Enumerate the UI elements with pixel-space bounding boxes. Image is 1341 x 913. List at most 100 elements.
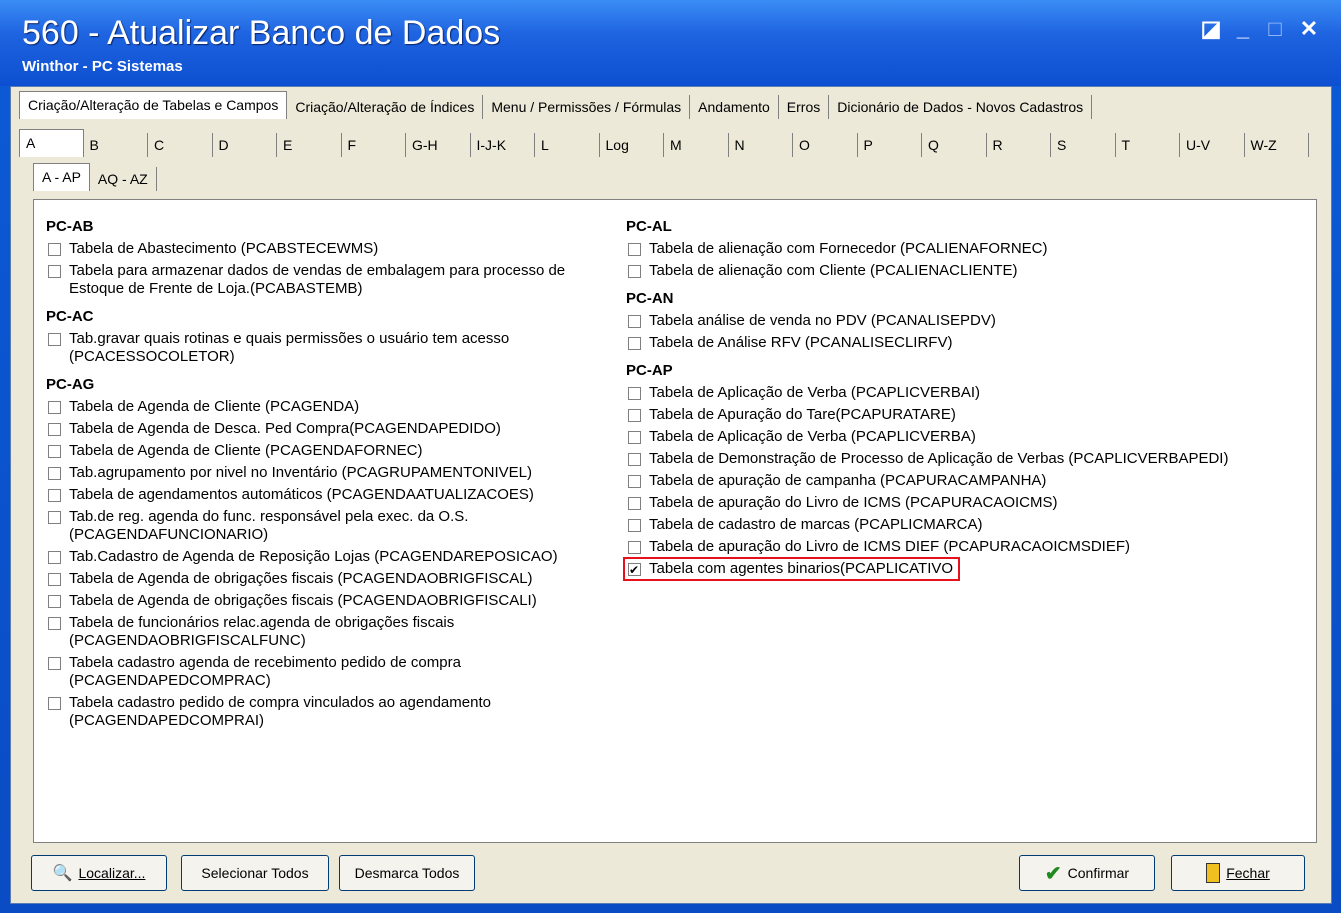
table-option[interactable]: Tabela de Aplicação de Verba (PCAPLICVER… — [626, 428, 1306, 446]
checkbox[interactable] — [48, 265, 61, 278]
tab-letter[interactable]: Q — [922, 133, 987, 157]
tab-letter[interactable]: C — [148, 133, 213, 157]
tab-letter[interactable]: R — [987, 133, 1051, 157]
tab-letter[interactable]: M — [664, 133, 729, 157]
checkbox[interactable] — [48, 551, 61, 564]
checkbox[interactable] — [628, 475, 641, 488]
desmarca-todos-button[interactable]: Desmarca Todos — [339, 855, 475, 891]
table-option[interactable]: Tabela análise de venda no PDV (PCANALIS… — [626, 312, 1306, 330]
tab-criacao-tabelas[interactable]: Criação/Alteração de Tabelas e Campos — [19, 91, 288, 119]
checkbox[interactable] — [48, 511, 61, 524]
table-option-label: Tabela de Aplicação de Verba (PCAPLICVER… — [649, 384, 980, 402]
checkbox[interactable] — [48, 467, 61, 480]
tab-letter[interactable]: G-H — [406, 133, 471, 157]
label-line: Tabela de Aplicação de Verba (PCAPLICVER… — [649, 428, 976, 445]
table-option[interactable]: Tab.gravar quais rotinas e quais permiss… — [46, 330, 616, 366]
checkbox[interactable] — [48, 595, 61, 608]
table-option[interactable]: Tabela de Apuração do Tare(PCAPURATARE) — [626, 406, 1306, 424]
table-option[interactable]: Tabela de Agenda de Cliente (PCAGENDAFOR… — [46, 442, 616, 460]
table-option[interactable]: Tabela cadastro pedido de compra vincula… — [46, 694, 616, 730]
checkbox[interactable] — [628, 243, 641, 256]
table-option[interactable]: Tabela de cadastro de marcas (PCAPLICMAR… — [626, 516, 1306, 534]
table-option[interactable]: Tabela de Agenda de obrigações fiscais (… — [46, 570, 616, 588]
checkbox[interactable] — [628, 541, 641, 554]
checkbox[interactable] — [628, 431, 641, 444]
checkbox[interactable] — [48, 657, 61, 670]
tab-letter[interactable]: F — [342, 133, 406, 157]
table-option[interactable]: Tabela de Abastecimento (PCABSTECEWMS) — [46, 240, 616, 258]
tab-letter[interactable]: P — [858, 133, 922, 157]
label-line: Tabela análise de venda no PDV (PCANALIS… — [649, 312, 996, 329]
tab-andamento[interactable]: Andamento — [690, 95, 779, 119]
table-option[interactable]: Tabela de apuração do Livro de ICMS (PCA… — [626, 494, 1306, 512]
tab-a-ap[interactable]: A - AP — [33, 163, 90, 191]
selecionar-todos-button[interactable]: Selecionar Todos — [181, 855, 329, 891]
tab-menu-permissoes[interactable]: Menu / Permissões / Fórmulas — [483, 95, 691, 119]
tab-letter[interactable]: W-Z — [1245, 133, 1309, 157]
close-button[interactable]: ✕ — [1294, 16, 1324, 44]
table-option[interactable]: Tab.Cadastro de Agenda de Reposição Loja… — [46, 548, 616, 566]
table-option[interactable]: Tab.agrupamento por nivel no Inventário … — [46, 464, 616, 482]
checkbox[interactable] — [628, 497, 641, 510]
table-option[interactable]: Tabela cadastro agenda de recebimento pe… — [46, 654, 616, 690]
tab-letter[interactable]: E — [277, 133, 342, 157]
tab-letter[interactable]: Log — [600, 133, 664, 157]
table-option[interactable]: Tabela de Demonstração de Processo de Ap… — [626, 450, 1306, 468]
table-option[interactable]: Tabela de Agenda de Desca. Ped Compra(PC… — [46, 420, 616, 438]
tab-dicionario[interactable]: Dicionário de Dados - Novos Cadastros — [829, 95, 1093, 119]
fechar-button[interactable]: Fechar — [1171, 855, 1305, 891]
tab-letter[interactable]: U-V — [1180, 133, 1245, 157]
table-option[interactable]: Tabela de Análise RFV (PCANALISECLIRFV) — [626, 334, 1306, 352]
minimize-button[interactable]: _ — [1228, 16, 1258, 44]
table-option[interactable]: Tabela para armazenar dados de vendas de… — [46, 262, 616, 298]
tab-letter[interactable]: I-J-K — [471, 133, 535, 157]
table-option[interactable]: Tabela de Agenda de Cliente (PCAGENDA) — [46, 398, 616, 416]
tab-erros[interactable]: Erros — [779, 95, 830, 119]
checkbox[interactable] — [628, 409, 641, 422]
checkbox[interactable] — [48, 401, 61, 414]
tab-aq-az[interactable]: AQ - AZ — [90, 167, 157, 191]
tab-letter[interactable]: D — [213, 133, 277, 157]
checkbox[interactable] — [628, 453, 641, 466]
maximize-button[interactable]: □ — [1260, 16, 1290, 44]
checkbox[interactable] — [48, 333, 61, 346]
checkbox[interactable] — [48, 243, 61, 256]
tab-letter[interactable]: O — [793, 133, 858, 157]
checkbox[interactable] — [628, 315, 641, 328]
checkbox[interactable] — [628, 561, 641, 579]
checkbox[interactable] — [628, 337, 641, 350]
table-option[interactable]: Tabela de alienação com Cliente (PCALIEN… — [626, 262, 1306, 280]
table-option[interactable]: Tabela de alienação com Fornecedor (PCAL… — [626, 240, 1306, 258]
checkbox[interactable] — [628, 387, 641, 400]
tab-letter[interactable]: B — [84, 133, 148, 157]
confirmar-button[interactable]: ✔ Confirmar — [1019, 855, 1155, 891]
table-option-label: Tabela de apuração de campanha (PCAPURAC… — [649, 472, 1046, 490]
checkbox[interactable] — [48, 445, 61, 458]
tab-letter[interactable]: T — [1116, 133, 1180, 157]
table-option[interactable]: Tabela com agentes binarios(PCAPLICATIVO — [622, 557, 961, 581]
table-option[interactable]: Tabela de funcionários relac.agenda de o… — [46, 614, 616, 650]
title-bar[interactable]: 560 - Atualizar Banco de Dados Winthor -… — [0, 0, 1341, 86]
checkbox[interactable] — [48, 423, 61, 436]
table-option[interactable]: Tabela de apuração de campanha (PCAPURAC… — [626, 472, 1306, 490]
checkbox[interactable] — [48, 489, 61, 502]
table-option[interactable]: Tabela de apuração do Livro de ICMS DIEF… — [626, 538, 1306, 556]
table-option-label: Tab.Cadastro de Agenda de Reposição Loja… — [69, 548, 558, 566]
checkbox[interactable] — [48, 617, 61, 630]
tab-letter[interactable]: A — [19, 129, 84, 157]
tab-letter[interactable]: S — [1051, 133, 1116, 157]
localizar-button[interactable]: 🔍 Localizar... — [31, 855, 167, 891]
tab-criacao-indices[interactable]: Criação/Alteração de Índices — [287, 95, 484, 119]
checkbox[interactable] — [48, 697, 61, 710]
table-option[interactable]: Tabela de Aplicação de Verba (PCAPLICVER… — [626, 384, 1306, 402]
window-subtitle: Winthor - PC Sistemas — [22, 58, 183, 75]
checkbox[interactable] — [628, 519, 641, 532]
table-option[interactable]: Tab.de reg. agenda do func. responsável … — [46, 508, 616, 544]
checkbox[interactable] — [48, 573, 61, 586]
checkbox[interactable] — [628, 265, 641, 278]
table-option[interactable]: Tabela de agendamentos automáticos (PCAG… — [46, 486, 616, 504]
tab-letter[interactable]: N — [729, 133, 793, 157]
restore-icon[interactable]: ◪ — [1196, 16, 1226, 44]
table-option[interactable]: Tabela de Agenda de obrigações fiscais (… — [46, 592, 616, 610]
tab-letter[interactable]: L — [535, 133, 600, 157]
